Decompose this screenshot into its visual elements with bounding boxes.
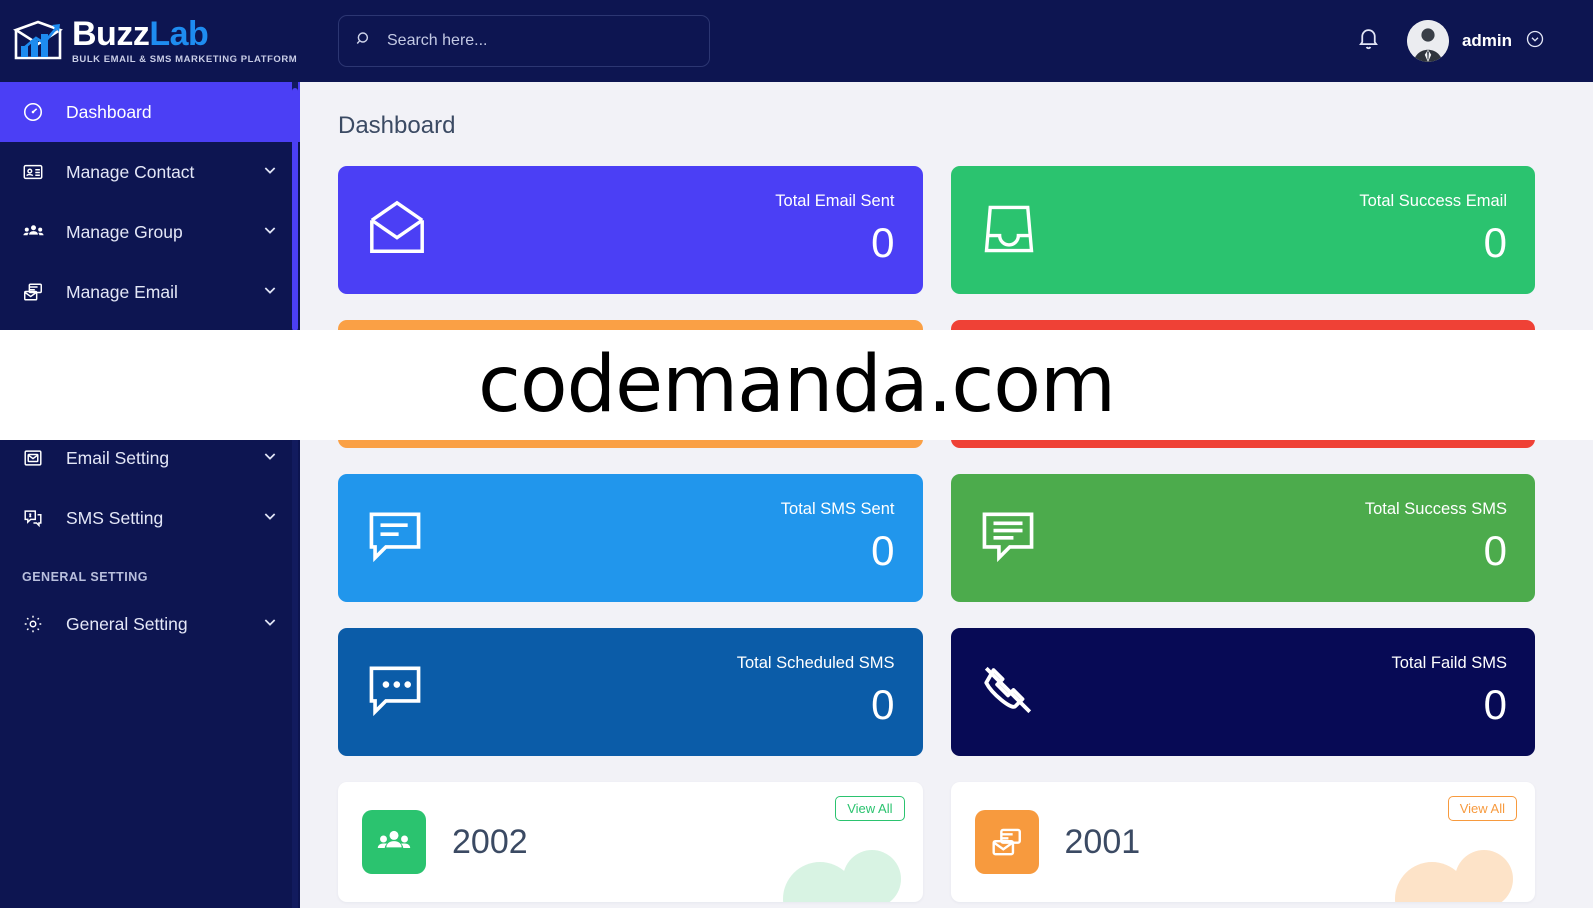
stat-card-total-scheduled-sms[interactable]: Total Scheduled SMS 0	[338, 628, 923, 756]
sidebar-item-label: Manage Contact	[66, 161, 195, 182]
inbox-tray-icon	[979, 198, 1039, 263]
watermark-text: codemanda.com	[477, 340, 1116, 430]
sidebar-item-manage-contact[interactable]: Manage Contact	[0, 142, 300, 202]
sidebar-item-sms-setting[interactable]: SMS Setting	[0, 488, 300, 548]
sidebar-item-manage-group[interactable]: Manage Group	[0, 202, 300, 262]
stat-value: 0	[871, 681, 895, 729]
summary-card-emails[interactable]: 2001 View All	[950, 782, 1535, 902]
chevron-down-icon[interactable]	[262, 282, 278, 303]
chevron-down-icon[interactable]	[262, 162, 278, 183]
open-envelope-icon	[366, 197, 428, 264]
stat-value: 0	[1483, 681, 1507, 729]
chevron-down-icon[interactable]	[262, 614, 278, 635]
stat-value: 0	[871, 219, 895, 267]
sidebar-scrollbar-thumb[interactable]	[292, 88, 298, 331]
stat-card-total-success-email[interactable]: Total Success Email 0	[950, 166, 1535, 294]
stat-label: Total Email Sent	[775, 191, 895, 210]
chevron-down-icon[interactable]	[262, 448, 278, 469]
group-people-icon	[362, 810, 426, 874]
brand-title: BuzzLab	[72, 17, 297, 51]
summary-card-contacts[interactable]: 2002 View All	[338, 782, 923, 902]
stat-label: Total Success SMS	[1364, 499, 1507, 518]
sidebar-item-label: Manage Group	[66, 221, 183, 242]
stat-card-total-success-sms[interactable]: Total Success SMS 0	[950, 474, 1535, 602]
sidebar-item-label: Email Setting	[66, 447, 170, 468]
watermark-overlay: codemanda.com	[0, 330, 1593, 440]
page-title: Dashboard	[338, 112, 456, 139]
username-label: admin	[1461, 31, 1512, 50]
sidebar: BuzzLab BULK EMAIL & SMS MARKETING PLATF…	[0, 0, 300, 908]
stat-card-total-sms-sent[interactable]: Total SMS Sent 0	[338, 474, 923, 602]
stat-card-total-email-sent[interactable]: Total Email Sent 0	[338, 166, 923, 294]
stat-value: 0	[871, 527, 895, 575]
sidebar-item-manage-email[interactable]: Manage Email	[0, 262, 300, 322]
summary-number: 2002	[452, 822, 528, 861]
view-all-button[interactable]: View All	[835, 796, 905, 821]
sidebar-item-label: General Setting	[66, 613, 188, 634]
stat-label: Total Faild SMS	[1391, 653, 1507, 672]
sidebar-item-label: Dashboard	[66, 101, 152, 122]
envelope-chart-logo-icon	[12, 18, 68, 64]
sidebar-item-dashboard[interactable]: Dashboard	[0, 82, 300, 142]
summary-number: 2001	[1064, 822, 1141, 861]
stat-card-total-faild-sms[interactable]: Total Faild SMS 0	[950, 628, 1535, 756]
view-all-button[interactable]: View All	[1447, 796, 1517, 821]
chevron-down-icon[interactable]	[262, 508, 278, 529]
chat-lines-icon	[366, 507, 424, 570]
email-frame-icon	[22, 447, 52, 469]
sms-dollar-icon	[22, 507, 52, 529]
chevron-down-circle-icon[interactable]	[1525, 29, 1545, 54]
stat-label: Total SMS Sent	[780, 499, 895, 518]
stat-value: 0	[1483, 527, 1507, 575]
email-stack-icon	[22, 281, 52, 303]
email-stack-icon	[974, 810, 1039, 874]
stat-card-grid: Total Email Sent 0 Total Success Email 0	[300, 140, 1593, 902]
stat-label: Total Success Email	[1359, 191, 1507, 210]
avatar	[1406, 20, 1449, 62]
brand-name-part1: Buzz	[72, 15, 150, 53]
top-header: admin	[300, 0, 1593, 82]
dashboard-gauge-icon	[22, 101, 52, 123]
gear-icon	[22, 613, 52, 635]
phone-off-icon	[979, 661, 1037, 724]
brand-logo[interactable]: BuzzLab BULK EMAIL & SMS MARKETING PLATF…	[0, 0, 300, 82]
bell-icon[interactable]	[1356, 26, 1381, 56]
brand-name-part2: Lab	[149, 15, 209, 53]
chat-lines-icon	[979, 507, 1037, 570]
app-root: BuzzLab BULK EMAIL & SMS MARKETING PLATF…	[0, 0, 1593, 908]
brand-tagline: BULK EMAIL & SMS MARKETING PLATFORM	[72, 54, 298, 65]
search-box[interactable]	[338, 15, 710, 67]
contact-card-icon	[22, 161, 52, 183]
search-icon	[355, 30, 373, 53]
chat-dots-icon	[366, 661, 424, 724]
sidebar-item-label: SMS Setting	[66, 507, 164, 528]
stat-label: Total Scheduled SMS	[736, 653, 895, 672]
header-actions: admin	[1356, 20, 1545, 62]
main-content: Dashboard Total Email Sent 0 Total Succe…	[300, 82, 1593, 908]
group-people-icon	[22, 221, 52, 244]
sidebar-section-general-setting: GENERAL SETTING	[22, 570, 149, 584]
chevron-down-icon[interactable]	[262, 222, 278, 243]
sidebar-item-label: Manage Email	[66, 281, 178, 302]
sidebar-item-general-setting[interactable]: General Setting	[0, 594, 300, 654]
stat-value: 0	[1483, 219, 1507, 267]
search-input[interactable]	[387, 32, 693, 50]
profile-menu[interactable]: admin	[1406, 20, 1545, 62]
